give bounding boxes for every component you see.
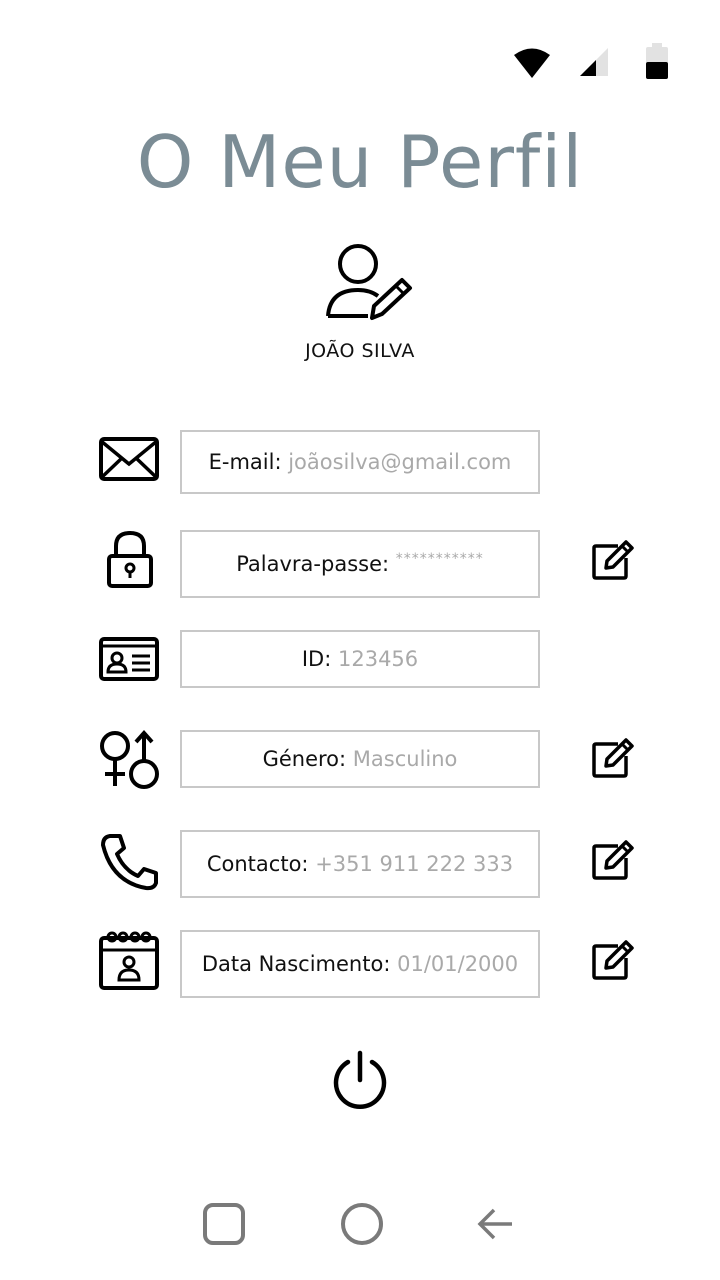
contact-field: Contacto: +351 911 222 333 (180, 830, 540, 898)
edit-password-button[interactable] (590, 538, 636, 584)
user-edit-icon[interactable] (322, 240, 414, 333)
password-value: *********** (395, 551, 484, 567)
back-icon (477, 1208, 512, 1240)
id-card-icon (98, 636, 162, 692)
battery-icon (644, 42, 670, 85)
edit-gender-button[interactable] (590, 736, 636, 782)
gender-label: Género: (262, 747, 347, 771)
id-field: ID: 123456 (180, 630, 540, 688)
id-label: ID: (301, 647, 332, 671)
gender-icon (98, 728, 162, 792)
contact-label: Contacto: (206, 852, 309, 876)
home-icon (341, 1203, 383, 1245)
envelope-icon (98, 436, 162, 492)
edit-birthdate-button[interactable] (590, 938, 636, 984)
phone-icon (98, 832, 162, 892)
page-title: O Meu Perfil (136, 120, 584, 204)
email-label: E-mail: (208, 450, 282, 474)
power-icon (333, 1050, 387, 1109)
user-name: JOÃO SILVA (305, 340, 415, 362)
recent-apps-button[interactable] (200, 1200, 248, 1253)
recent-apps-icon (203, 1203, 245, 1245)
password-label: Palavra-passe: (236, 552, 390, 576)
gender-field: Género: Masculino (180, 730, 540, 788)
edit-icon (592, 940, 634, 980)
edit-icon (592, 738, 634, 778)
wifi-icon (512, 46, 552, 85)
birthdate-label: Data Nascimento: (201, 952, 391, 976)
lock-icon (104, 530, 168, 588)
password-field: Palavra-passe: *********** (180, 530, 540, 598)
edit-icon (592, 540, 634, 580)
email-field: E-mail: joãosilva@gmail.com (180, 430, 540, 494)
calendar-icon (98, 928, 162, 992)
email-value: joãosilva@gmail.com (288, 450, 512, 474)
birthdate-value: 01/01/2000 (397, 952, 519, 976)
edit-icon (592, 840, 634, 880)
back-button[interactable] (476, 1204, 516, 1249)
id-value: 123456 (337, 647, 419, 671)
contact-value: +351 911 222 333 (315, 852, 514, 876)
home-button[interactable] (338, 1200, 386, 1253)
gender-value: Masculino (352, 747, 458, 771)
birthdate-field: Data Nascimento: 01/01/2000 (180, 930, 540, 998)
edit-contact-button[interactable] (590, 838, 636, 884)
signal-icon (576, 46, 610, 83)
logout-button[interactable] (330, 1050, 390, 1117)
